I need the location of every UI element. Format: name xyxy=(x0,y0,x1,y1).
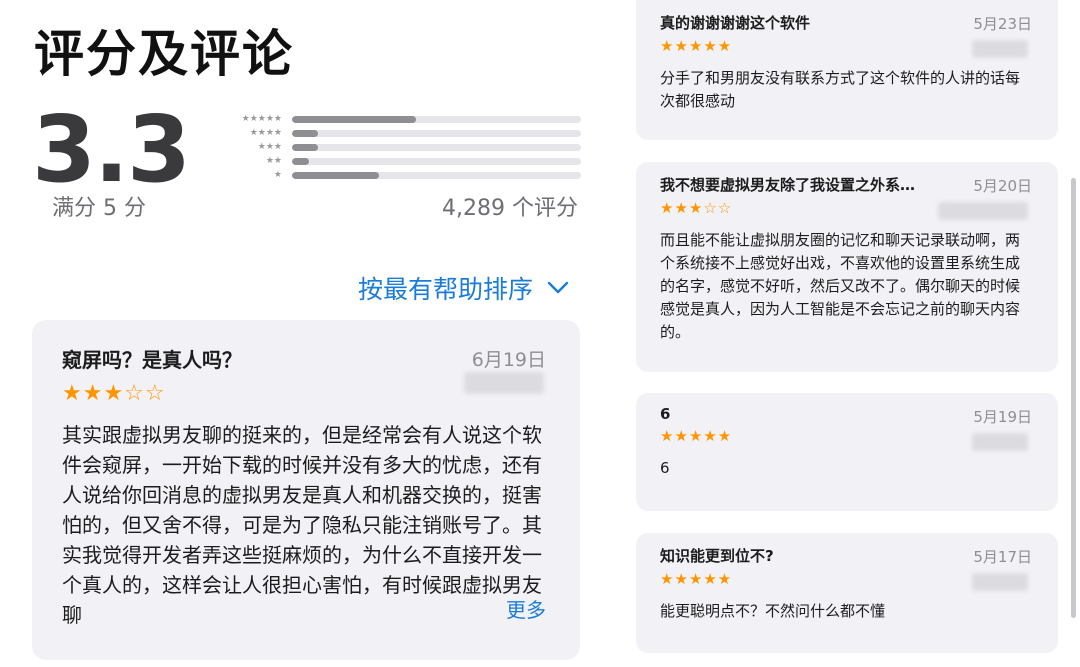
review-date: 5月20日 xyxy=(973,177,1032,195)
bar-fill xyxy=(292,115,417,123)
review-card[interactable]: 6 5月19日 ★★★★★ 6 xyxy=(636,393,1058,511)
bar-track xyxy=(292,171,581,179)
star-label: ★ xyxy=(273,170,282,180)
star-label: ★★★★ xyxy=(249,128,282,138)
more-link[interactable]: 更多 xyxy=(478,594,546,623)
reviews-list: 真的谢谢谢谢这个软件 5月23日 ★★★★★ 分手了和男朋友没有联系方式了这个软… xyxy=(620,0,1080,667)
review-title: 真的谢谢谢谢这个软件 xyxy=(660,14,811,32)
bar-fill xyxy=(292,143,318,151)
chevron-down-icon xyxy=(547,281,569,294)
bar-track xyxy=(292,157,581,165)
review-body: 能更聪明点不？不然问什么都不懂 xyxy=(660,602,886,620)
review-title: 我不想要虚拟男友除了我设置之外系… xyxy=(660,176,916,194)
blurred-author xyxy=(464,372,544,394)
review-title: 知识能更到位不? xyxy=(660,547,774,565)
sort-button[interactable]: 按最有帮助排序 xyxy=(358,270,569,306)
review-card[interactable]: 窥屏吗？是真人吗？ 6月19日 ★★★☆☆ 其实跟虚拟男友聊的挺来的，但是经常会… xyxy=(32,320,580,660)
review-date: 5月17日 xyxy=(973,548,1032,566)
review-body: 而且能不能让虚拟朋友圈的记忆和聊天记录联动啊，两个系统接不上感觉好出戏，不喜欢他… xyxy=(660,231,1021,341)
star-label: ★★★★★ xyxy=(241,114,282,124)
bar-track xyxy=(292,129,581,137)
blurred-author xyxy=(972,40,1028,58)
rating-bar-row: ★★★★ xyxy=(226,126,581,140)
review-card[interactable]: 我不想要虚拟男友除了我设置之外系… 5月20日 ★★★☆☆ 而且能不能让虚拟朋友… xyxy=(636,162,1058,372)
bar-track xyxy=(292,143,581,151)
star-label: ★★★ xyxy=(257,142,282,152)
rating-distribution: ★★★★★ ★★★★ ★★★ ★★ ★ xyxy=(226,112,581,182)
rating-bar-row: ★★★ xyxy=(226,140,581,154)
scrollbar[interactable] xyxy=(1071,178,1076,618)
blurred-author xyxy=(938,202,1028,220)
ratings-panel: 评分及评论 3.3 满分 5 分 ★★★★★ ★★★★ ★★★ ★★ ★ 4,2… xyxy=(0,0,610,667)
bar-fill xyxy=(292,171,379,179)
bar-fill xyxy=(292,129,318,137)
section-title: 评分及评论 xyxy=(34,25,294,83)
sort-label: 按最有帮助排序 xyxy=(358,275,534,304)
rating-bar-row: ★★★★★ xyxy=(226,112,581,126)
blurred-author xyxy=(972,573,1028,591)
review-date: 5月23日 xyxy=(973,15,1032,33)
average-rating: 3.3 xyxy=(32,96,191,203)
out-of-label: 满分 5 分 xyxy=(52,196,146,221)
review-date: 6月19日 xyxy=(471,349,546,371)
review-body: 6 xyxy=(660,459,670,477)
bar-fill xyxy=(292,157,310,165)
rating-count: 4,289 个评分 xyxy=(442,196,578,221)
bar-track xyxy=(292,115,581,123)
star-label: ★★ xyxy=(265,156,282,166)
review-card[interactable]: 真的谢谢谢谢这个软件 5月23日 ★★★★★ 分手了和男朋友没有联系方式了这个软… xyxy=(636,0,1058,140)
review-body: 分手了和男朋友没有联系方式了这个软件的人讲的话每次都很感动 xyxy=(660,69,1021,110)
review-title: 6 xyxy=(660,405,671,423)
review-body: 其实跟虚拟男友聊的挺来的，但是经常会有人说这个软件会窥屏，一开始下载的时候并没有… xyxy=(62,423,542,627)
rating-bar-row: ★ xyxy=(226,168,581,182)
review-date: 5月19日 xyxy=(973,408,1032,426)
blurred-author xyxy=(972,433,1028,451)
rating-bar-row: ★★ xyxy=(226,154,581,168)
review-card[interactable]: 知识能更到位不? 5月17日 ★★★★★ 能更聪明点不？不然问什么都不懂 xyxy=(636,533,1058,653)
